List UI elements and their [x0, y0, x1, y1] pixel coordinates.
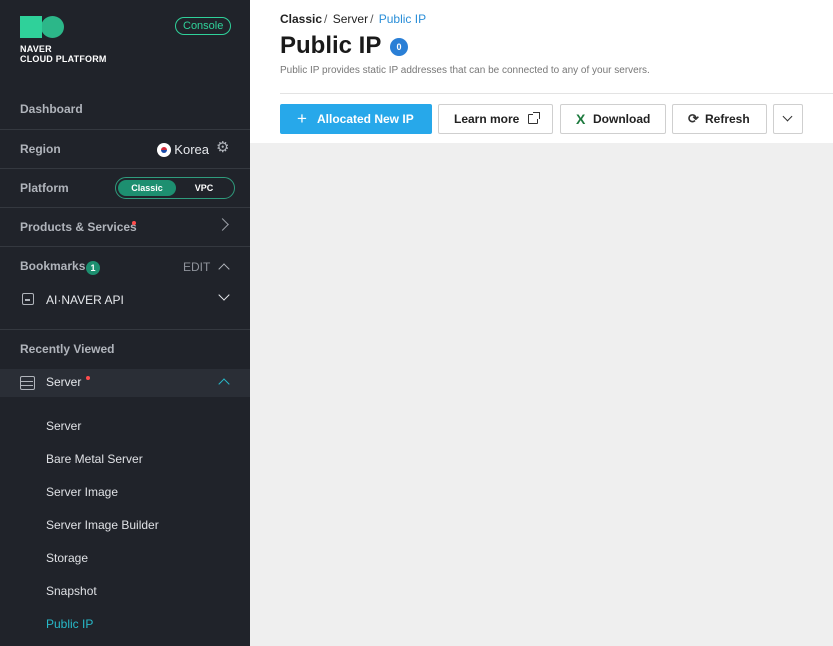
- submenu-item-server-image[interactable]: Server Image: [46, 485, 118, 499]
- breadcrumb-separator: /: [370, 12, 374, 26]
- sidebar-platform: Platform Classic VPC: [0, 168, 250, 207]
- submenu-item-server-image-builder[interactable]: Server Image Builder: [46, 518, 159, 532]
- external-link-icon: [528, 112, 540, 124]
- learn-more-button[interactable]: Learn more: [438, 104, 553, 134]
- button-label: Allocated New IP: [317, 112, 414, 126]
- submenu-item-snapshot[interactable]: Snapshot: [46, 584, 97, 598]
- sidebar-bookmarks: Bookmarks 1 EDIT AI·NAVER API: [0, 246, 250, 329]
- bookmarks-edit-button[interactable]: EDIT: [183, 260, 210, 274]
- platform-option-vpc[interactable]: VPC: [176, 180, 232, 196]
- excel-icon: X: [576, 111, 586, 127]
- refresh-button[interactable]: ⟳ Refresh: [672, 104, 767, 134]
- logo-line-1: NAVER: [20, 44, 52, 54]
- button-label: Download: [593, 112, 651, 126]
- new-indicator-dot: [86, 376, 90, 380]
- button-label: Learn more: [454, 112, 520, 126]
- gear-icon[interactable]: ⚙: [216, 140, 229, 156]
- allocate-new-ip-button[interactable]: + Allocated New IP: [280, 104, 432, 134]
- content-area: [250, 143, 833, 646]
- chevron-right-icon: [216, 218, 229, 231]
- server-icon: [20, 376, 35, 390]
- logo-line-2: CLOUD PLATFORM: [20, 54, 107, 64]
- submenu-item-server[interactable]: Server: [46, 419, 81, 433]
- sidebar: NAVER CLOUD PLATFORM Console Dashboard R…: [0, 0, 250, 646]
- chevron-down-icon: [782, 111, 793, 122]
- page-description: Public IP provides static IP addresses t…: [280, 65, 650, 76]
- naver-logo-icon: [20, 16, 66, 38]
- recently-viewed-label: Recently Viewed: [20, 342, 115, 356]
- sidebar-item-label: Dashboard: [20, 102, 83, 116]
- sidebar-group-server[interactable]: Server: [0, 369, 250, 397]
- submenu-item-bare-metal-server[interactable]: Bare Metal Server: [46, 452, 143, 466]
- new-indicator-dot: [132, 221, 136, 225]
- breadcrumb: Classic / Server / Public IP: [280, 12, 426, 26]
- sidebar-item-label: Products & Services: [20, 220, 137, 234]
- korea-flag-icon: [157, 143, 171, 157]
- plus-icon: +: [297, 109, 307, 128]
- download-button[interactable]: X Download: [560, 104, 666, 134]
- platform-toggle[interactable]: Classic VPC: [115, 177, 235, 199]
- region-selector[interactable]: Korea: [174, 142, 209, 157]
- chevron-up-icon[interactable]: [218, 263, 230, 275]
- chevron-up-icon[interactable]: [218, 378, 230, 390]
- button-label: Refresh: [705, 112, 750, 126]
- item-count-badge: 0: [390, 38, 408, 56]
- sidebar-item-products-services[interactable]: Products & Services: [0, 207, 250, 246]
- submenu-item-public-ip[interactable]: Public IP: [46, 617, 93, 631]
- breadcrumb-item-public-ip[interactable]: Public IP: [379, 12, 426, 26]
- platform-option-classic[interactable]: Classic: [118, 180, 176, 196]
- sidebar-item-dashboard[interactable]: Dashboard: [0, 90, 250, 129]
- submenu-item-storage[interactable]: Storage: [46, 551, 88, 565]
- bookmark-item[interactable]: AI·NAVER API: [0, 287, 250, 313]
- refresh-icon: ⟳: [688, 111, 699, 126]
- bookmarks-label: Bookmarks: [20, 259, 86, 273]
- region-label: Region: [20, 142, 61, 156]
- bookmarks-count-badge: 1: [86, 261, 100, 275]
- naver-cloud-logo[interactable]: NAVER CLOUD PLATFORM: [20, 16, 107, 64]
- sidebar-group-label: Server: [46, 375, 82, 389]
- breadcrumb-separator: /: [324, 12, 328, 26]
- breadcrumb-item-classic[interactable]: Classic: [280, 12, 322, 26]
- sidebar-region: Region Korea ⚙: [0, 129, 250, 168]
- console-badge[interactable]: Console: [175, 17, 232, 35]
- breadcrumb-item-server[interactable]: Server: [333, 12, 368, 26]
- more-actions-button[interactable]: [773, 104, 803, 134]
- page-title: Public IP: [280, 32, 382, 59]
- platform-label: Platform: [20, 181, 69, 195]
- header-divider: [280, 93, 833, 94]
- sidebar-recently-viewed: Recently Viewed: [0, 329, 250, 369]
- page-header: Classic / Server / Public IP Public IP 0 P…: [250, 0, 833, 143]
- bookmark-item-label: AI·NAVER API: [46, 293, 124, 307]
- api-icon: [22, 293, 34, 305]
- logo-text: NAVER CLOUD PLATFORM: [20, 44, 107, 64]
- chevron-down-icon[interactable]: [218, 289, 230, 301]
